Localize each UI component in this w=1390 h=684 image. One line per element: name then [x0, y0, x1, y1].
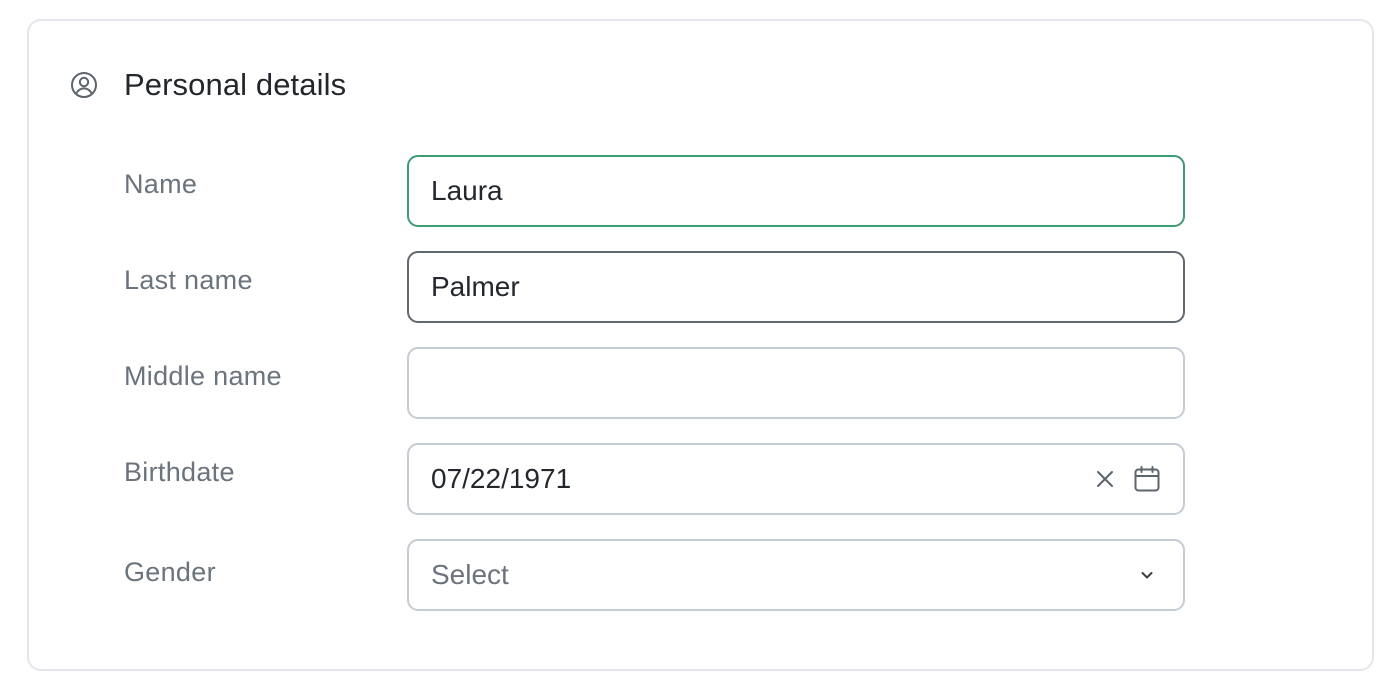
last-name-input[interactable] [431, 271, 1161, 303]
name-row: Name [29, 155, 1372, 227]
last-name-row: Last name [29, 251, 1372, 323]
calendar-icon[interactable] [1133, 465, 1161, 493]
gender-row: Gender Select [29, 539, 1372, 611]
personal-details-card: Personal details Name Last name Middle n… [27, 19, 1374, 671]
gender-label: Gender [124, 557, 216, 587]
middle-name-input[interactable] [431, 367, 1161, 399]
birthdate-row: Birthdate [29, 443, 1372, 515]
name-input[interactable] [431, 175, 1161, 207]
date-actions [1091, 465, 1161, 493]
last-name-field[interactable] [407, 251, 1185, 323]
name-label: Name [124, 169, 198, 199]
name-field[interactable] [407, 155, 1185, 227]
section-title: Personal details [124, 67, 347, 102]
gender-select[interactable]: Select [407, 539, 1185, 611]
user-circle-icon [69, 70, 99, 100]
birthdate-field[interactable] [407, 443, 1185, 515]
birthdate-label: Birthdate [124, 457, 235, 487]
last-name-label: Last name [124, 265, 253, 295]
middle-name-row: Middle name [29, 347, 1372, 419]
middle-name-field[interactable] [407, 347, 1185, 419]
close-icon[interactable] [1091, 465, 1119, 493]
middle-name-label: Middle name [124, 361, 282, 391]
chevron-down-icon[interactable] [1133, 561, 1161, 589]
birthdate-input[interactable] [431, 463, 1079, 495]
gender-selected-value: Select [431, 559, 509, 590]
card-header: Personal details [69, 65, 346, 105]
